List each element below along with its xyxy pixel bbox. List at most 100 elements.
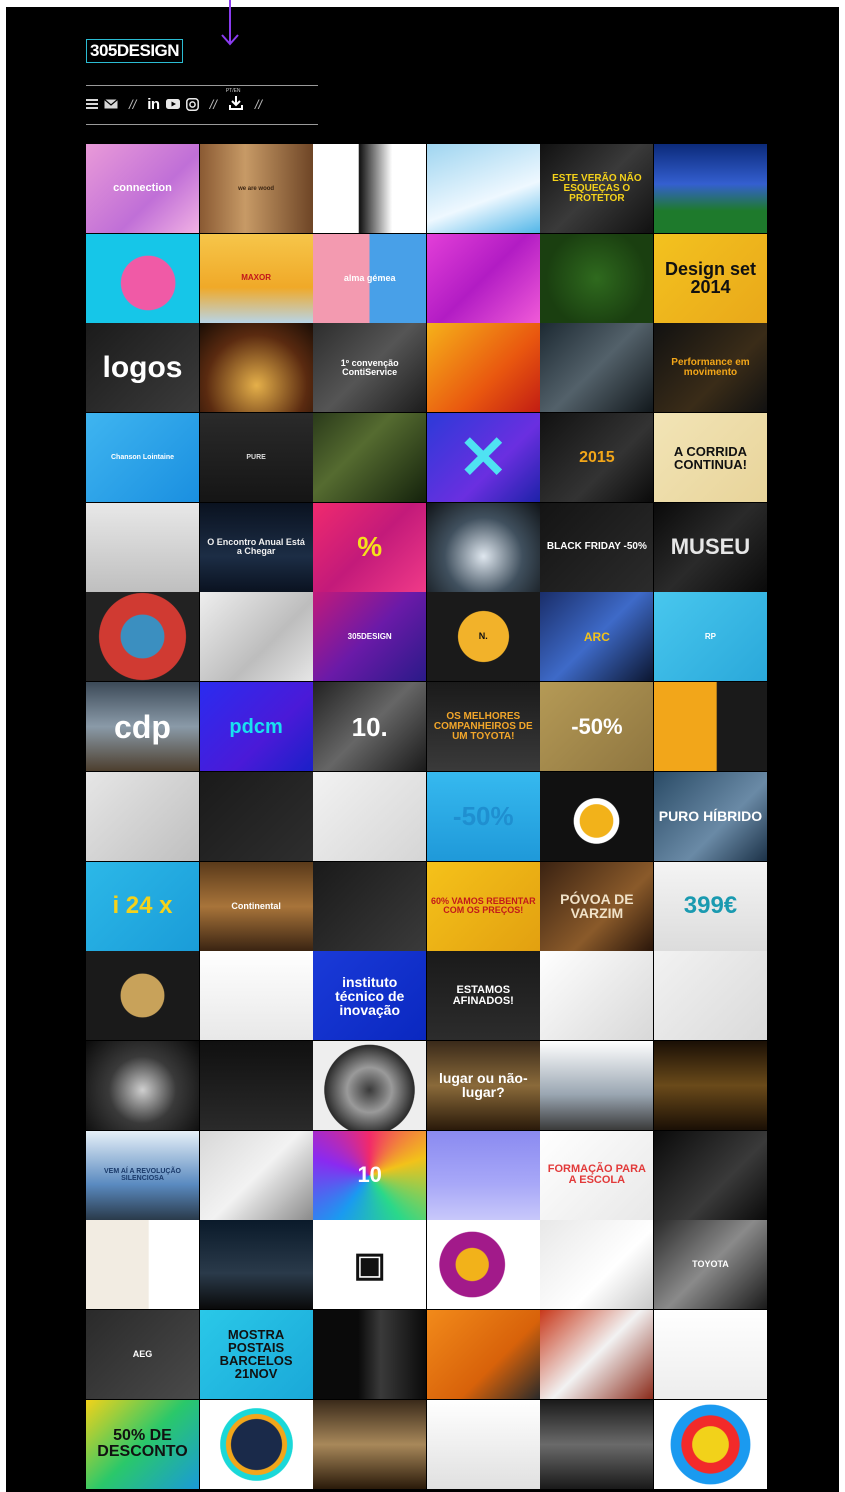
portfolio-tile[interactable] [86,233,199,323]
portfolio-tile[interactable]: -50% [540,682,654,772]
portfolio-tile[interactable] [540,323,654,413]
portfolio-tile[interactable]: i 24 x [86,861,199,951]
portfolio-tile[interactable]: 2015 [540,413,654,503]
portfolio-tile[interactable]: cdp [86,682,199,772]
portfolio-tile[interactable] [199,592,313,682]
portfolio-tile[interactable]: VEM AÍ A REVOLUÇÃO SILENCIOSA [86,1130,199,1220]
instagram-icon[interactable] [185,97,199,111]
portfolio-tile[interactable]: MOSTRA POSTAIS BARCELOS 21NOV [199,1309,313,1399]
portfolio-tile[interactable] [199,1220,313,1310]
portfolio-tile[interactable] [313,861,427,951]
portfolio-tile[interactable] [313,413,427,503]
portfolio-tile[interactable]: N. [426,592,540,682]
portfolio-tile[interactable]: O Encontro Anual Está a Chegar [199,502,313,592]
youtube-icon[interactable] [165,99,180,109]
portfolio-tile[interactable]: 10. [313,682,427,772]
portfolio-tile[interactable]: Performance em movimento [653,323,767,413]
portfolio-tile[interactable] [426,1220,540,1310]
portfolio-tile[interactable] [313,1309,427,1399]
portfolio-tile[interactable] [653,682,767,772]
portfolio-tile[interactable]: MAXOR [199,233,313,323]
portfolio-tile[interactable]: lugar ou não-lugar? [426,1040,540,1130]
portfolio-tile[interactable]: MUSEU [653,502,767,592]
mail-icon[interactable] [104,99,118,109]
portfolio-tile[interactable] [540,771,654,861]
portfolio-tile[interactable] [540,1309,654,1399]
portfolio-tile[interactable]: 50% DE DESCONTO [86,1399,199,1489]
portfolio-tile[interactable] [313,771,427,861]
portfolio-tile[interactable]: ESTAMOS AFINADOS! [426,951,540,1041]
portfolio-tile[interactable]: alma gémea [313,233,427,323]
portfolio-tile[interactable] [540,951,654,1041]
portfolio-tile[interactable]: Continental [199,861,313,951]
portfolio-tile[interactable]: logos [86,323,199,413]
portfolio-tile[interactable] [86,951,199,1041]
hamburger-icon[interactable] [86,99,98,109]
portfolio-tile[interactable] [313,1399,427,1489]
portfolio-tile[interactable] [426,1309,540,1399]
portfolio-tile[interactable] [199,1040,313,1130]
site-logo[interactable]: 305DESIGN [86,39,184,63]
portfolio-tile[interactable] [313,144,427,233]
portfolio-tile[interactable] [86,1220,199,1310]
portfolio-tile[interactable] [426,323,540,413]
portfolio-tile[interactable]: Chanson Lointaine [86,413,199,503]
portfolio-tile[interactable] [313,1040,427,1130]
portfolio-tile[interactable] [653,951,767,1041]
portfolio-tile[interactable]: 60% VAMOS REBENTAR COM OS PREÇOS! [426,861,540,951]
download-button[interactable]: PT/EN [226,88,244,113]
portfolio-tile[interactable] [426,502,540,592]
portfolio-tile[interactable] [86,592,199,682]
portfolio-tile[interactable] [540,1040,654,1130]
portfolio-tile[interactable]: AEG [86,1309,199,1399]
portfolio-tile[interactable]: ▣ [313,1220,427,1310]
portfolio-tile[interactable] [86,502,199,592]
portfolio-tile[interactable]: A CORRIDA CONTINUA! [653,413,767,503]
portfolio-tile[interactable]: BLACK FRIDAY -50% [540,502,654,592]
portfolio-tile[interactable]: connection [86,144,199,233]
portfolio-tile[interactable] [540,233,654,323]
portfolio-tile[interactable]: 10 [313,1130,427,1220]
portfolio-tile[interactable]: TOYOTA [653,1220,767,1310]
portfolio-tile[interactable]: ✕ [426,413,540,503]
portfolio-tile-caption: PÓVOA DE VARZIM [560,891,634,921]
portfolio-tile[interactable] [199,771,313,861]
portfolio-tile[interactable] [426,144,540,233]
portfolio-tile[interactable]: FORMAÇÃO PARA A ESCOLA [540,1130,654,1220]
portfolio-tile[interactable] [653,1309,767,1399]
portfolio-tile[interactable]: 399€ [653,861,767,951]
portfolio-tile[interactable]: % [313,502,427,592]
portfolio-tile[interactable] [86,1040,199,1130]
portfolio-tile[interactable] [653,1130,767,1220]
portfolio-tile[interactable] [199,1399,313,1489]
portfolio-tile[interactable] [426,1399,540,1489]
portfolio-tile[interactable]: 1º convenção ContiService [313,323,427,413]
portfolio-tile[interactable]: Design set 2014 [653,233,767,323]
portfolio-tile[interactable] [653,144,767,233]
portfolio-tile[interactable] [540,1220,654,1310]
portfolio-tile[interactable] [86,771,199,861]
portfolio-tile[interactable] [426,1130,540,1220]
portfolio-tile[interactable] [426,233,540,323]
portfolio-tile[interactable]: instituto técnico de inovação [313,951,427,1041]
portfolio-tile[interactable] [199,951,313,1041]
portfolio-tile[interactable] [199,323,313,413]
portfolio-tile[interactable]: 305DESIGN [313,592,427,682]
linkedin-icon[interactable]: in [147,96,160,113]
portfolio-tile[interactable]: pdcm [199,682,313,772]
portfolio-tile[interactable]: PÓVOA DE VARZIM [540,861,654,951]
portfolio-tile[interactable] [653,1040,767,1130]
portfolio-tile[interactable]: we are wood [199,144,313,233]
portfolio-tile-caption: instituto técnico de inovação [335,973,405,1018]
portfolio-tile[interactable]: PURO HÍBRIDO [653,771,767,861]
portfolio-tile[interactable]: ESTE VERÃO NÃO ESQUEÇAS O PROTETOR [540,144,654,233]
portfolio-tile[interactable]: OS MELHORES COMPANHEIROS DE UM TOYOTA! [426,682,540,772]
portfolio-tile[interactable]: PURE [199,413,313,503]
portfolio-tile[interactable]: RP [653,592,767,682]
portfolio-tile[interactable]: ARC [540,592,654,682]
portfolio-tile-caption: Chanson Lointaine [111,454,174,462]
portfolio-tile[interactable]: -50% [426,771,540,861]
portfolio-tile[interactable] [540,1399,654,1489]
portfolio-tile[interactable] [653,1399,767,1489]
portfolio-tile[interactable] [199,1130,313,1220]
